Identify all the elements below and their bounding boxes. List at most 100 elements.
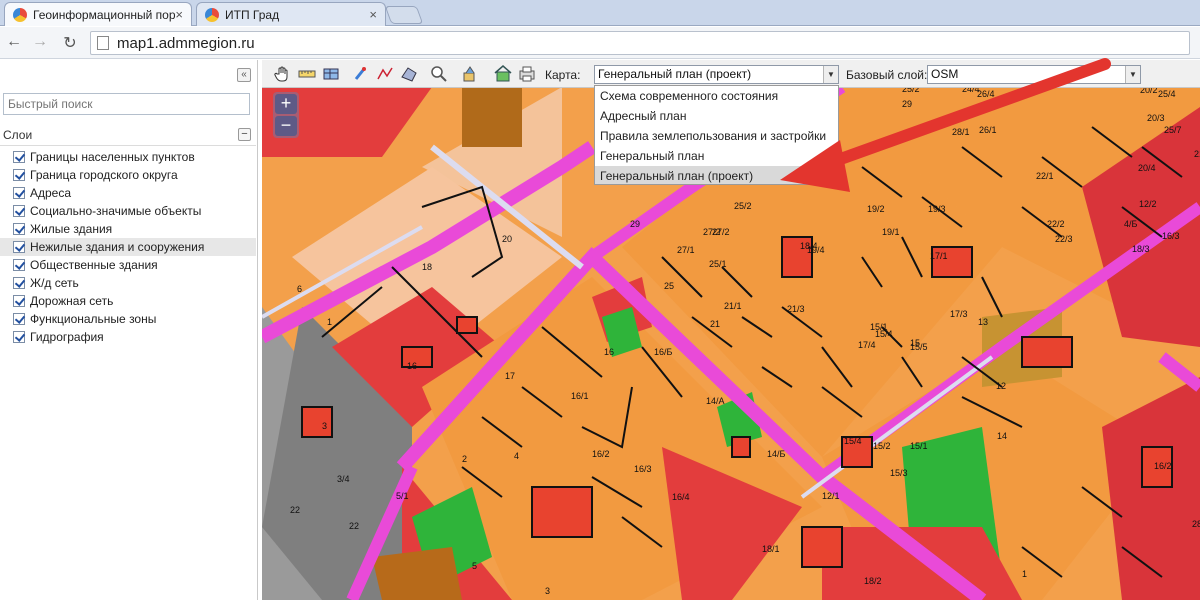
line-icon[interactable]	[376, 65, 394, 83]
layer-label: Адреса	[30, 186, 72, 200]
layer-checkbox[interactable]	[13, 223, 25, 235]
map-address-label: 5/1	[396, 491, 409, 501]
map-address-label: 3	[322, 421, 327, 431]
left-panel: « Слои − Границы населенных пунктов Гран…	[0, 60, 258, 600]
layer-checkbox[interactable]	[13, 277, 25, 289]
map-address-label: 25/2	[734, 201, 752, 211]
layer-checkbox[interactable]	[13, 295, 25, 307]
base-layer-value: OSM	[931, 67, 959, 81]
map-address-label: 19/1	[882, 227, 900, 237]
layer-item[interactable]: Границы населенных пунктов	[0, 148, 256, 166]
map-address-label: 28	[1192, 519, 1200, 529]
polygon-icon[interactable]	[400, 65, 418, 83]
map-address-label: 12	[996, 381, 1006, 391]
map-address-label: 21	[710, 319, 720, 329]
layer-label: Нежилые здания и сооружения	[30, 240, 205, 254]
map-address-label: 20	[502, 234, 512, 244]
layer-label: Границы населенных пунктов	[30, 150, 195, 164]
layer-checkbox[interactable]	[13, 313, 25, 325]
map-label: Карта:	[545, 68, 581, 82]
dropdown-option[interactable]: Генеральный план	[595, 146, 838, 166]
layer-item[interactable]: Функциональные зоны	[0, 310, 256, 328]
browser-tab[interactable]: ИТП Град ×	[196, 2, 386, 26]
map-address-label: 13	[978, 317, 988, 327]
site-favicon-icon	[205, 7, 219, 22]
page-icon	[97, 36, 109, 50]
back-arrow-icon[interactable]: ←	[4, 33, 24, 51]
layer-checkbox[interactable]	[13, 259, 25, 271]
zoom-out-button[interactable]: −	[275, 116, 297, 136]
map-address-label: 14/А	[706, 396, 725, 406]
area-icon[interactable]	[322, 65, 340, 83]
map-address-label: 22/1	[1036, 171, 1054, 181]
map-address-label: 4/Б	[1124, 219, 1138, 229]
map-address-label: 20/3	[1147, 113, 1165, 123]
layer-label: Функциональные зоны	[30, 312, 157, 326]
layer-checkbox[interactable]	[13, 205, 25, 217]
zoom-icon[interactable]	[430, 65, 448, 83]
layer-item[interactable]: Ж/д сеть	[0, 274, 256, 292]
reload-icon[interactable]: ↻	[60, 33, 80, 53]
base-layer-select[interactable]: OSM ▼	[927, 65, 1141, 84]
layer-item[interactable]: Граница городского округа	[0, 166, 256, 184]
dropdown-option-selected[interactable]: Генеральный план (проект)	[595, 166, 838, 184]
map-address-label: 21	[1194, 149, 1200, 159]
map-address-label: 16/Б	[654, 347, 673, 357]
dropdown-option[interactable]: Адресный план	[595, 106, 838, 126]
layer-checkbox[interactable]	[13, 151, 25, 163]
layer-checkbox[interactable]	[13, 187, 25, 199]
map-address-label: 16/2	[1154, 461, 1172, 471]
address-bar[interactable]: map1.admmegion.ru	[90, 31, 1190, 55]
layer-item[interactable]: Гидрография	[0, 328, 256, 346]
map-address-label: 17/3	[950, 309, 968, 319]
map-address-label: 16	[604, 347, 614, 357]
map-address-label: 22	[290, 505, 300, 515]
map-address-label: 22/3	[1055, 234, 1073, 244]
browser-toolbar: ← → ↻ map1.admmegion.ru	[0, 27, 1200, 59]
chevron-down-icon[interactable]: ▼	[823, 66, 838, 83]
dropdown-option[interactable]: Правила землепользования и застройки	[595, 126, 838, 146]
new-tab-button[interactable]	[384, 6, 424, 24]
map-address-label: 18/1	[762, 544, 780, 554]
map-select[interactable]: Генеральный план (проект) ▼	[594, 65, 839, 84]
quick-search-input[interactable]	[3, 93, 250, 115]
layers-title: Слои	[3, 128, 33, 142]
layer-item[interactable]: Социально-значимые объекты	[0, 202, 256, 220]
ruler-icon[interactable]	[298, 65, 316, 83]
map-select-dropdown: Схема современного состояния Адресный пл…	[594, 85, 839, 185]
layer-checkbox[interactable]	[13, 331, 25, 343]
collapse-panel-button[interactable]: «	[237, 68, 251, 82]
layer-checkbox[interactable]	[13, 169, 25, 181]
hand-icon[interactable]	[274, 65, 292, 83]
dropdown-option[interactable]: Схема современного состояния	[595, 86, 838, 106]
collapse-layers-button[interactable]: −	[238, 128, 251, 141]
map-address-label: 15/3	[890, 468, 908, 478]
map-address-label: 26/4	[977, 89, 995, 99]
map-address-label: 3	[545, 586, 550, 596]
map-address-label: 18	[422, 262, 432, 272]
map-address-label: 17/4	[858, 340, 876, 350]
tab-close-icon[interactable]: ×	[369, 7, 377, 22]
layer-item[interactable]: Общественные здания	[0, 256, 256, 274]
zoom-in-button[interactable]: +	[275, 94, 297, 114]
pin-icon[interactable]	[352, 65, 370, 83]
layers-icon[interactable]	[462, 65, 480, 83]
home-icon[interactable]	[494, 65, 512, 83]
map-address-label: 17	[505, 371, 515, 381]
map-address-label: 3/4	[337, 474, 350, 484]
layer-item[interactable]: Адреса	[0, 184, 256, 202]
browser-tab-active[interactable]: Геоинформационный пор ×	[4, 2, 192, 26]
map-address-label: 18/2	[864, 576, 882, 586]
map-address-label: 27/1	[677, 245, 695, 255]
print-icon[interactable]	[518, 65, 536, 83]
map-address-label: 29	[902, 99, 912, 109]
layer-item[interactable]: Дорожная сеть	[0, 292, 256, 310]
address-text: map1.admmegion.ru	[117, 34, 255, 52]
forward-arrow-icon[interactable]: →	[30, 33, 50, 51]
tab-close-icon[interactable]: ×	[175, 7, 183, 22]
layer-item[interactable]: Жилые здания	[0, 220, 256, 238]
map-address-label: 25/4	[1158, 89, 1176, 99]
layer-item[interactable]: Нежилые здания и сооружения	[0, 238, 256, 256]
layer-checkbox[interactable]	[13, 241, 25, 253]
chevron-down-icon[interactable]: ▼	[1125, 66, 1140, 83]
